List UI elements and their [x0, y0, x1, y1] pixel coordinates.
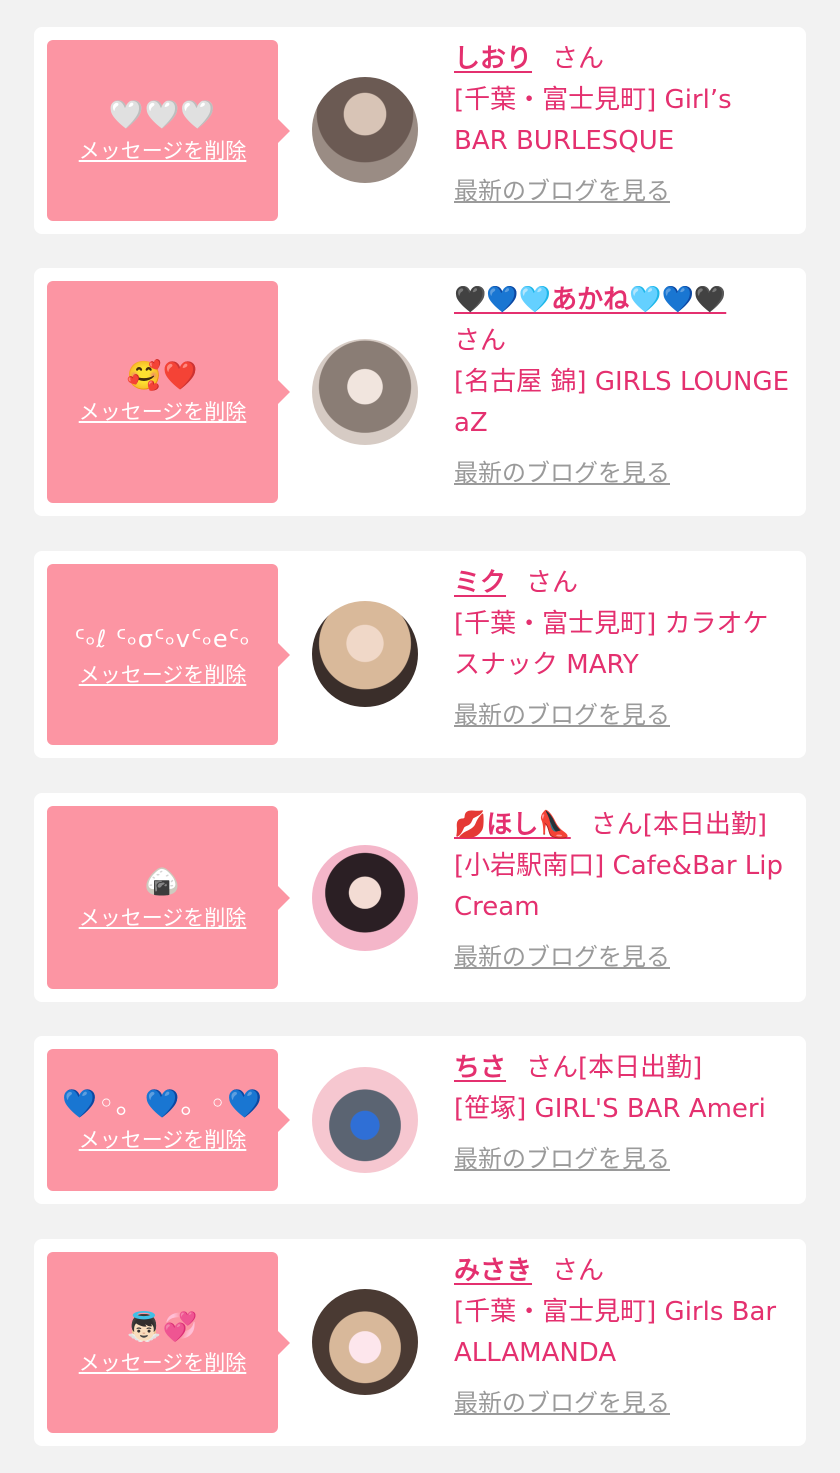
delete-message-link[interactable]: メッセージを削除 — [79, 659, 247, 689]
message-text: 🍙 — [144, 864, 181, 898]
message-bubble: 🥰❤️ メッセージを削除 — [47, 281, 290, 503]
shop-name: [千葉・富士見町] カラオケスナック MARY — [454, 609, 769, 680]
cast-info: みさき さん [千葉・富士見町] Girls Bar ALLAMANDA 最新のブ… — [454, 1251, 792, 1418]
avatar[interactable] — [312, 1289, 418, 1395]
latest-blog-link[interactable]: 最新のブログを見る — [454, 176, 792, 206]
name-suffix: さん[本日出勤] — [590, 810, 768, 840]
delete-message-link[interactable]: メッセージを削除 — [79, 396, 247, 426]
message-bubble: ᑦ৹ℓ ᑦ৹σᑦ৹vᑦ৹eᑦ৹ メッセージを削除 — [47, 564, 290, 745]
delete-message-link[interactable]: メッセージを削除 — [79, 902, 247, 932]
delete-message-link[interactable]: メッセージを削除 — [79, 135, 247, 165]
message-text: 🤍🤍🤍 — [108, 97, 217, 131]
cast-name-link[interactable]: みさき — [454, 1256, 532, 1286]
delete-message-link[interactable]: メッセージを削除 — [79, 1347, 247, 1377]
latest-blog-link[interactable]: 最新のブログを見る — [454, 1144, 792, 1174]
cast-name-link[interactable]: しおり — [454, 44, 532, 74]
cast-name-link[interactable]: ミク — [454, 568, 506, 598]
shop-name: [笹塚] GIRL'S BAR Ameri — [454, 1094, 766, 1124]
name-suffix: さん — [526, 568, 579, 598]
message-bubble: 💙◦。💙。◦💙 メッセージを削除 — [47, 1049, 290, 1191]
message-text: 👼🏻💞 — [126, 1309, 199, 1343]
latest-blog-link[interactable]: 最新のブログを見る — [454, 1388, 792, 1418]
latest-blog-link[interactable]: 最新のブログを見る — [454, 700, 792, 730]
cast-info: ミク さん [千葉・富士見町] カラオケスナック MARY 最新のブログを見る — [454, 563, 792, 730]
favorite-card: ᑦ৹ℓ ᑦ৹σᑦ৹vᑦ৹eᑦ৹ メッセージを削除 ミク さん [千葉・富士見町] … — [34, 551, 806, 758]
cast-info: 🖤💙🩵あかね🩵💙🖤 さん [名古屋 錦] GIRLS LOUNGE aZ 最新のブ… — [454, 280, 792, 488]
name-suffix: さん — [454, 326, 507, 356]
shop-name: [千葉・富士見町] Girl’s BAR BURLESQUE — [454, 85, 732, 156]
shop-name: [名古屋 錦] GIRLS LOUNGE aZ — [454, 367, 790, 438]
cast-info: ちさ さん[本日出勤] [笹塚] GIRL'S BAR Ameri 最新のブログを… — [454, 1048, 792, 1174]
favorite-card: 👼🏻💞 メッセージを削除 みさき さん [千葉・富士見町] Girls Bar A… — [34, 1239, 806, 1446]
avatar[interactable] — [312, 77, 418, 183]
latest-blog-link[interactable]: 最新のブログを見る — [454, 942, 792, 972]
avatar[interactable] — [312, 601, 418, 707]
name-suffix: さん — [552, 44, 605, 74]
name-suffix: さん — [552, 1256, 605, 1286]
latest-blog-link[interactable]: 最新のブログを見る — [454, 458, 792, 488]
cast-info: 💋ほし👠 さん[本日出勤] [小岩駅南口] Cafe&Bar Lip Cream … — [454, 805, 792, 972]
favorite-card: 🍙 メッセージを削除 💋ほし👠 さん[本日出勤] [小岩駅南口] Cafe&Bar… — [34, 793, 806, 1002]
message-text: 🥰❤️ — [126, 359, 199, 392]
message-text: ᑦ৹ℓ ᑦ৹σᑦ৹vᑦ৹eᑦ৹ — [74, 624, 251, 653]
shop-name: [小岩駅南口] Cafe&Bar Lip Cream — [454, 851, 783, 922]
avatar[interactable] — [312, 845, 418, 951]
message-bubble: 🍙 メッセージを削除 — [47, 806, 290, 989]
avatar[interactable] — [312, 1067, 418, 1173]
cast-name-link[interactable]: 🖤💙🩵あかね🩵💙🖤 — [454, 285, 726, 315]
message-text: 💙◦。💙。◦💙 — [62, 1087, 263, 1120]
avatar[interactable] — [312, 339, 418, 445]
cast-name-link[interactable]: 💋ほし👠 — [454, 810, 571, 840]
favorite-card: 🤍🤍🤍 メッセージを削除 しおり さん [千葉・富士見町] Girl’s BAR … — [34, 27, 806, 234]
favorite-card: 💙◦。💙。◦💙 メッセージを削除 ちさ さん[本日出勤] [笹塚] GIRL'S … — [34, 1036, 806, 1204]
shop-name: [千葉・富士見町] Girls Bar ALLAMANDA — [454, 1297, 777, 1368]
message-bubble: 🤍🤍🤍 メッセージを削除 — [47, 40, 290, 221]
favorite-card: 🥰❤️ メッセージを削除 🖤💙🩵あかね🩵💙🖤 さん [名古屋 錦] GIRLS L… — [34, 268, 806, 516]
delete-message-link[interactable]: メッセージを削除 — [79, 1124, 247, 1154]
message-bubble: 👼🏻💞 メッセージを削除 — [47, 1252, 290, 1433]
cast-name-link[interactable]: ちさ — [454, 1053, 506, 1083]
name-suffix: さん[本日出勤] — [526, 1053, 703, 1083]
cast-info: しおり さん [千葉・富士見町] Girl’s BAR BURLESQUE 最新の… — [454, 39, 792, 206]
